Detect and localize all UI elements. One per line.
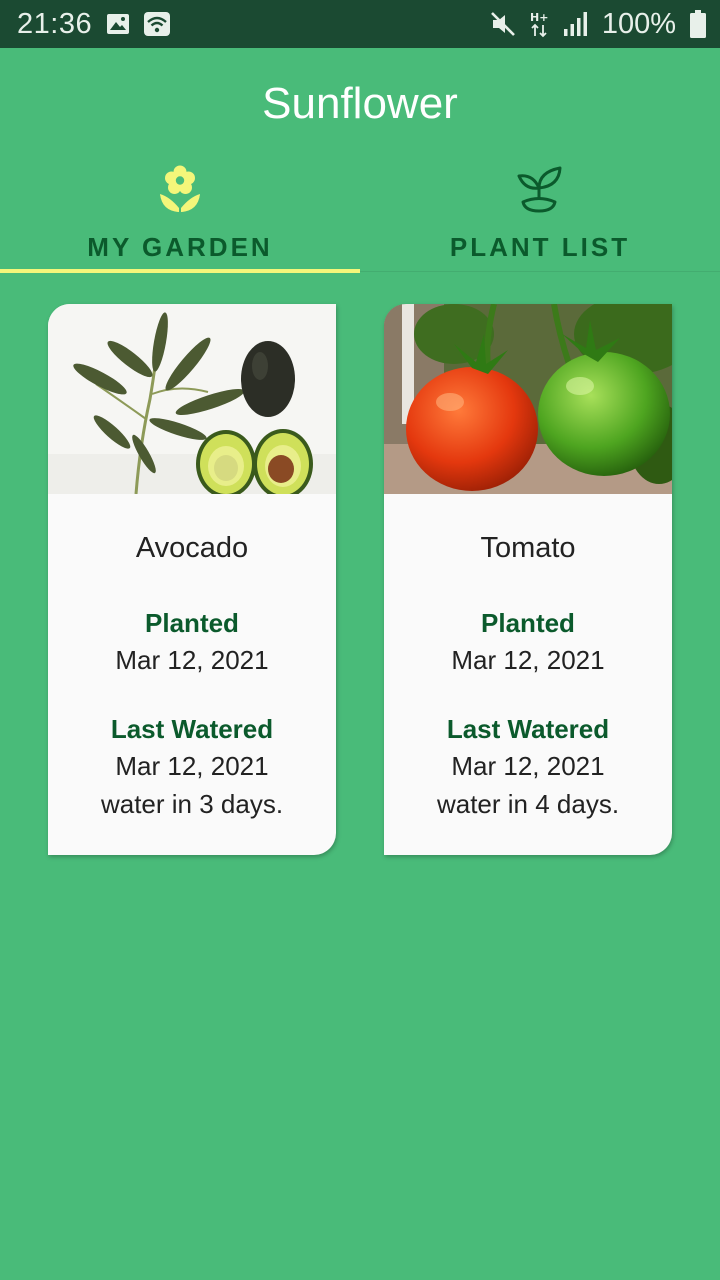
plant-card-body: Tomato Planted Mar 12, 2021 Last Watered… [384,532,672,823]
app-title: Sunflower [262,79,458,128]
last-watered-label: Last Watered [110,714,274,744]
plant-name: Tomato [480,532,576,564]
status-right: H+ 100% [490,8,706,41]
last-watered-date: Mar 12, 2021 [451,751,605,781]
tab-my-garden[interactable]: MY GARDEN [0,150,360,273]
status-time: 21:36 [17,7,93,40]
plant-image-tomato [384,304,672,494]
planted-date: Mar 12, 2021 [451,645,605,675]
tab-plant-list[interactable]: PLANT LIST [360,150,720,272]
battery-icon [690,10,706,38]
sprout-icon [515,163,565,215]
mute-icon [490,11,516,37]
svg-text:H+: H+ [530,11,548,24]
tab-my-garden-label: MY GARDEN [87,232,273,262]
app-bar: Sunflower [0,48,720,160]
last-watered-date: Mar 12, 2021 [115,751,269,781]
selected-tab-indicator [0,269,360,273]
plant-card-body: Avocado Planted Mar 12, 2021 Last Watere… [48,532,336,823]
battery-percent: 100% [601,7,676,40]
plant-card[interactable]: Tomato Planted Mar 12, 2021 Last Watered… [384,304,672,855]
status-left: 21:36 [17,7,171,41]
flower-icon [158,163,202,215]
status-bar: 21:36 H+ 100% [0,0,720,48]
tab-bar: MY GARDEN PLANT LIST [0,150,720,273]
water-reminder: water in 3 days. [100,789,284,819]
hplus-icon: H+ [530,10,550,38]
water-reminder: water in 4 days. [436,789,620,819]
last-watered-label: Last Watered [446,714,610,744]
wifi-icon [144,12,171,36]
planted-label: Planted [145,608,239,638]
plant-name: Avocado [135,532,249,564]
signal-icon [563,11,588,37]
plant-card[interactable]: Avocado Planted Mar 12, 2021 Last Watere… [48,304,336,855]
planted-date: Mar 12, 2021 [115,645,269,675]
tab-plant-list-label: PLANT LIST [449,232,631,262]
planted-label: Planted [481,608,575,638]
image-icon [106,13,130,35]
plant-image-avocado [48,304,336,499]
